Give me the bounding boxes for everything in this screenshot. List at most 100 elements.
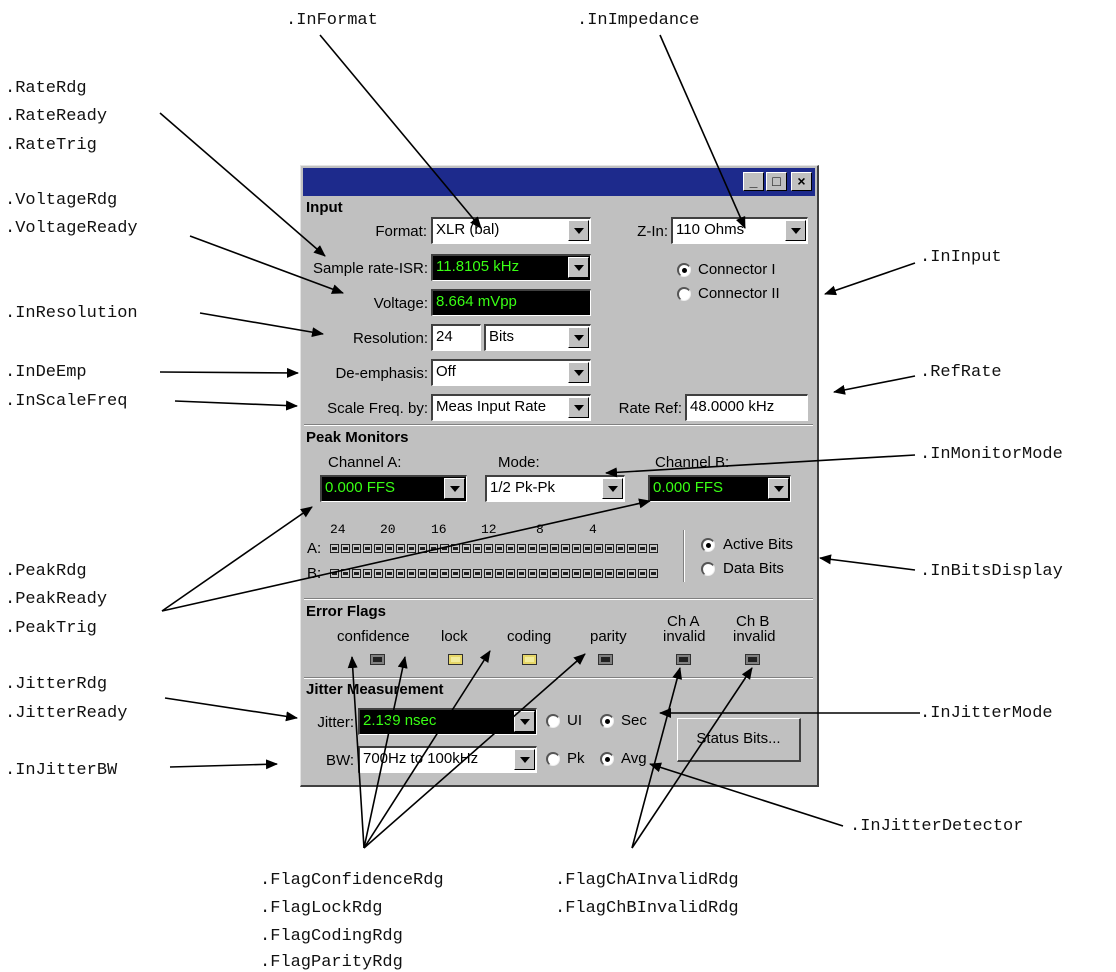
chevron-down-icon[interactable] xyxy=(568,257,589,278)
callout-flag-coding-rdg: .FlagCodingRdg xyxy=(260,927,403,946)
scale-freq-value: Meas Input Rate xyxy=(436,398,547,415)
chevron-down-icon[interactable] xyxy=(568,220,589,241)
jitter-value: 2.139 nsec xyxy=(363,712,437,729)
pk-label: Pk xyxy=(567,750,585,767)
leader-in-bits-display xyxy=(819,554,916,571)
ui-label: UI xyxy=(567,712,582,729)
mode-select[interactable]: 1/2 Pk-Pk xyxy=(485,475,625,502)
bit-indicator xyxy=(363,569,372,578)
zin-select[interactable]: 110 Ohms xyxy=(671,217,808,244)
bit-indicator xyxy=(341,569,350,578)
bit-indicator xyxy=(352,569,361,578)
resolution-unit-select[interactable]: Bits xyxy=(484,324,591,351)
bit-indicator xyxy=(517,569,526,578)
peak-monitors-header: Peak Monitors xyxy=(306,429,409,446)
channel-a-bits xyxy=(330,544,658,553)
channel-a-readout[interactable]: 0.000 FFS xyxy=(320,475,467,502)
chevron-down-icon[interactable] xyxy=(568,327,589,348)
sample-rate-value: 11.8105 kHz xyxy=(436,258,520,275)
bit-indicator xyxy=(484,569,493,578)
sec-radio[interactable] xyxy=(600,714,614,728)
chevron-down-icon[interactable] xyxy=(785,220,806,241)
rate-ref-input[interactable]: 48.0000 kHz xyxy=(685,394,808,421)
bit-indicator xyxy=(550,569,559,578)
format-select[interactable]: XLR (bal) xyxy=(431,217,591,244)
bit-indicator xyxy=(341,544,350,553)
bit-indicator xyxy=(605,569,614,578)
de-emphasis-select[interactable]: Off xyxy=(431,359,591,386)
voltage-readout: 8.664 mVpp xyxy=(431,289,591,316)
ui-radio[interactable] xyxy=(546,714,560,728)
bw-select[interactable]: 700Hz to 100kHz xyxy=(358,746,537,773)
channel-b-label: Channel B: xyxy=(655,454,730,471)
connector-1-radio[interactable] xyxy=(677,263,691,277)
chevron-down-icon[interactable] xyxy=(602,478,623,499)
chevron-down-icon[interactable] xyxy=(768,478,789,499)
leader-in-jitter-bw xyxy=(169,759,278,770)
chevron-down-icon[interactable] xyxy=(444,478,465,499)
data-bits-radio[interactable] xyxy=(701,562,715,576)
bit-indicator xyxy=(539,569,548,578)
title-bar[interactable]: _ □ × xyxy=(303,168,815,196)
confidence-flag-led xyxy=(370,654,385,665)
bit-indicator xyxy=(517,544,526,553)
connector-2-label: Connector II xyxy=(698,285,780,302)
chevron-down-icon[interactable] xyxy=(568,397,589,418)
bit-indicator xyxy=(440,569,449,578)
bw-label: BW: xyxy=(325,752,354,769)
bit-indicator xyxy=(462,544,471,553)
jitter-readout[interactable]: 2.139 nsec xyxy=(358,708,537,735)
bit-number: 8 xyxy=(536,522,544,537)
bit-number: 4 xyxy=(589,522,597,537)
bit-number: 16 xyxy=(431,522,447,537)
chevron-down-icon[interactable] xyxy=(514,749,535,770)
active-bits-radio[interactable] xyxy=(701,538,715,552)
bit-indicator xyxy=(561,569,570,578)
leader-in-input xyxy=(824,262,916,296)
lock-flag-label: lock xyxy=(441,628,468,645)
callout-in-de-emp: .InDeEmp xyxy=(5,363,87,382)
rate-ref-value: 48.0000 kHz xyxy=(690,398,775,415)
callout-in-jitter-mode: .InJitterMode xyxy=(920,704,1053,723)
bit-indicator xyxy=(594,544,603,553)
format-label: Format: xyxy=(375,223,427,240)
input-section-header: Input xyxy=(306,199,343,216)
callout-voltage-ready: .VoltageReady xyxy=(5,219,138,238)
bit-indicator xyxy=(484,544,493,553)
bit-indicator xyxy=(385,544,394,553)
channel-b-readout[interactable]: 0.000 FFS xyxy=(648,475,791,502)
bit-indicator xyxy=(396,569,405,578)
bit-indicator xyxy=(495,544,504,553)
maximize-button[interactable]: □ xyxy=(766,172,787,191)
bit-indicator xyxy=(418,544,427,553)
resolution-input[interactable]: 24 xyxy=(431,324,481,351)
leader-in-scale-freq xyxy=(174,400,298,411)
sample-rate-readout[interactable]: 11.8105 kHz xyxy=(431,254,591,281)
avg-radio[interactable] xyxy=(600,752,614,766)
cha-flag-label-top: Ch A xyxy=(667,613,700,630)
close-button[interactable]: × xyxy=(791,172,812,191)
status-bits-button[interactable]: Status Bits... xyxy=(677,718,801,762)
bit-indicator xyxy=(649,569,658,578)
row-a-label: A: xyxy=(307,540,322,557)
callout-rate-ready: .RateReady xyxy=(5,107,108,126)
callout-flag-lock-rdg: .FlagLockRdg xyxy=(260,899,383,918)
chevron-down-icon[interactable] xyxy=(514,711,535,732)
callout-in-jitter-bw: .InJitterBW xyxy=(5,761,118,780)
data-bits-label: Data Bits xyxy=(723,560,784,577)
connector-2-radio[interactable] xyxy=(677,287,691,301)
divider xyxy=(304,598,813,600)
pk-radio[interactable] xyxy=(546,752,560,766)
chb-flag-label-bottom: invalid xyxy=(733,628,776,645)
bit-indicator xyxy=(528,544,537,553)
resolution-unit-value: Bits xyxy=(489,328,515,345)
callout-flag-chb-invalid-rdg: .FlagChBInvalidRdg xyxy=(555,899,739,918)
cha-flag-label-bottom: invalid xyxy=(663,628,706,645)
bit-indicator xyxy=(407,569,416,578)
bw-value: 700Hz to 100kHz xyxy=(363,750,479,767)
bit-indicator xyxy=(407,544,416,553)
chevron-down-icon[interactable] xyxy=(568,362,589,383)
format-value: XLR (bal) xyxy=(436,221,500,238)
minimize-button[interactable]: _ xyxy=(743,172,764,191)
scale-freq-select[interactable]: Meas Input Rate xyxy=(431,394,591,421)
